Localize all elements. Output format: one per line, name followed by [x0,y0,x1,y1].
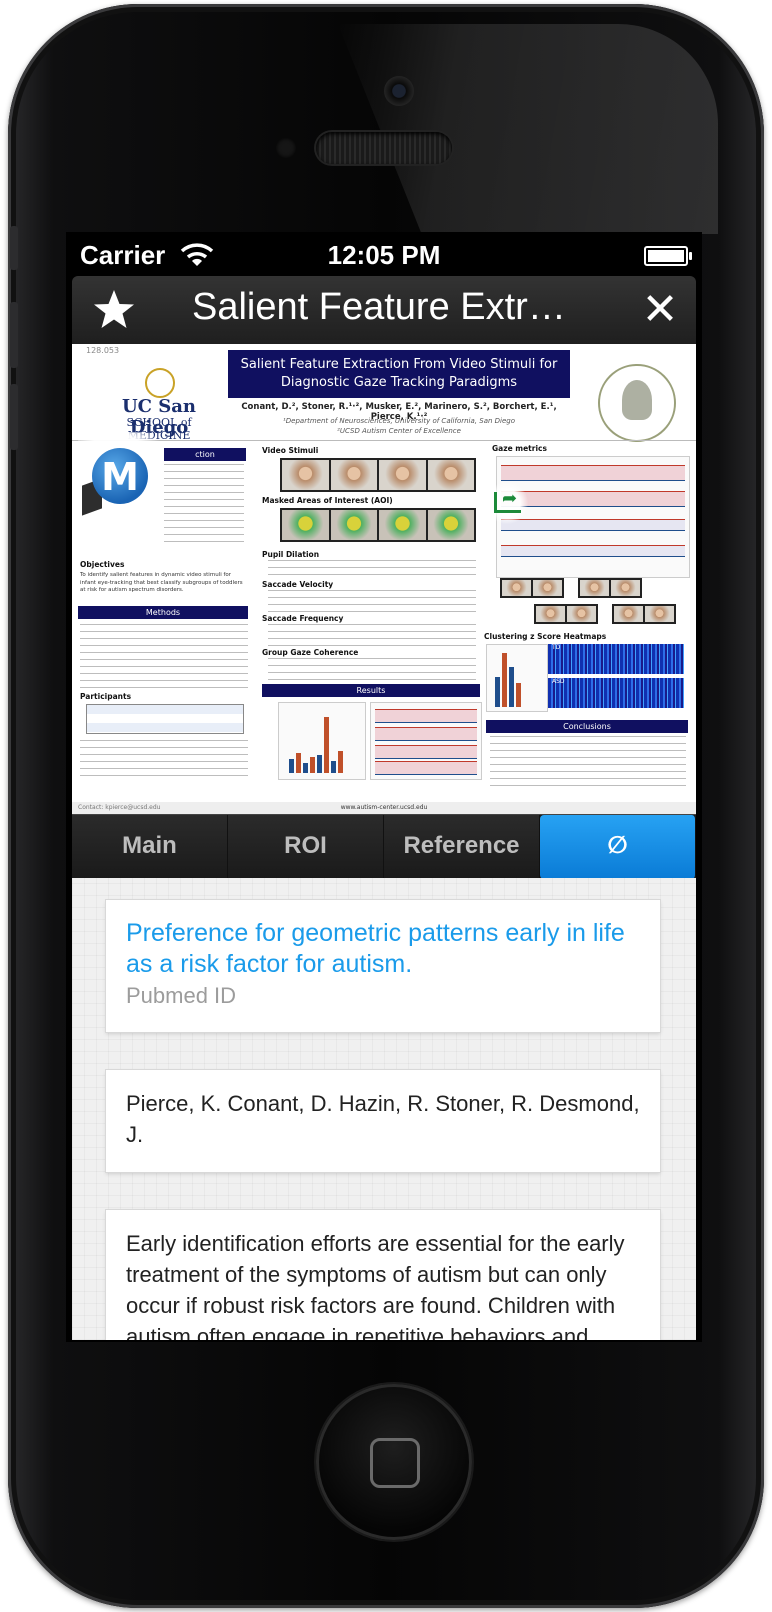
section-conclusions: Conclusions [486,720,688,733]
section-saccade-velocity: Saccade Velocity [262,580,334,589]
reference-abstract-card: Early identification efforts are essenti… [106,1210,660,1340]
volume-down-button [10,384,18,450]
glass-glare [338,24,718,234]
poster-footer: Contact: kpierce@ucsd.edu www.autism-cen… [72,802,696,814]
gaze-frames-2 [578,578,642,598]
page-title: Salient Feature Extra… [192,286,582,328]
section-masked-aoi: Masked Areas of Interest (AOI) [262,496,393,505]
histogram-chart [486,644,548,712]
section-saccade-frequency: Saccade Frequency [262,614,344,623]
section-participants: Participants [80,692,132,701]
section-pupil-dilation: Pupil Dilation [262,550,320,559]
gaze-frames-1 [500,578,564,598]
mute-switch [10,226,18,270]
pubmed-id-label: Pubmed ID [126,983,237,1008]
reference-list[interactable]: Preference for geometric patterns early … [72,878,696,1340]
m-logo-letter: M [92,448,148,504]
home-button[interactable] [316,1384,472,1540]
participants-table [86,704,244,734]
close-icon[interactable]: ✕ [640,284,680,336]
section-introduction: ction [164,448,246,461]
front-camera [384,76,414,106]
video-stimuli-frames [280,458,476,492]
m-logo-icon[interactable]: M [78,432,162,528]
poster-id: 128.053 [86,346,120,355]
saccade-frequency-text [268,624,476,646]
clock: 12:05 PM [327,240,441,270]
group-gaze-text [268,658,476,680]
poster-title-line2: Diagnostic Gaze Tracking Paradigms [280,375,518,390]
objectives-text: To identify salient features in dynamic … [80,572,243,593]
screen: Carrier 12:05 PM Salient Feature Extra… … [66,232,702,1342]
poster-divider [72,440,696,441]
results-bar-chart [278,702,366,780]
results-line-charts [370,702,482,780]
saccade-velocity-text [268,590,476,612]
home-square-icon [370,1438,420,1488]
tab-reference[interactable]: Reference [384,815,540,879]
segmented-tabs: Main ROI Reference ∅ [72,814,696,879]
poster-title: Salient Feature Extraction From Video St… [228,350,570,398]
asd-label: ASD [552,678,565,685]
section-results: Results [262,684,480,697]
reference-title-link[interactable]: Preference for geometric patterns early … [126,918,640,980]
status-bar: Carrier 12:05 PM [66,232,702,274]
pupil-dilation-text [268,560,476,578]
tab-main[interactable]: Main [72,815,228,879]
asd-heatmap [548,678,684,708]
section-gaze-metrics: Gaze metrics [492,444,547,453]
tab-empty-set[interactable]: ∅ [540,815,696,879]
reference-abstract: Early identification efforts are essenti… [126,1231,625,1340]
poster-url: www.autism-center.ucsd.edu [340,804,428,811]
proximity-sensor [276,138,296,158]
navigation-bar: Salient Feature Extra… ✕ [72,276,696,344]
poster-image[interactable]: 128.053 UC San Diego SCHOOL of MEDICINE … [72,344,696,814]
share-icon[interactable]: ➦ [486,482,528,524]
subject-details-text [80,740,248,780]
methods-text [80,624,248,688]
section-heatmaps: Clustering z Score Heatmaps [484,632,607,641]
tab-roi[interactable]: ROI [228,815,384,879]
poster-affiliations: ¹Department of Neurosciences, University… [228,416,570,436]
battery-icon [644,246,692,266]
earpiece-speaker [316,132,452,164]
introduction-text [164,464,244,546]
ucsd-seal-icon [145,368,175,398]
section-methods: Methods [78,606,248,619]
section-objectives: Objectives [80,560,125,569]
gaze-frames-3 [534,604,598,624]
reference-authors-card: Pierce, K. Conant, D. Hazin, R. Stoner, … [106,1070,660,1172]
masked-aoi-frames [280,508,476,542]
section-video-stimuli: Video Stimuli [262,446,319,455]
volume-up-button [10,302,18,368]
poster-title-line1: Salient Feature Extraction From Video St… [240,357,558,372]
autism-center-logo-icon [598,364,676,442]
conclusions-text [490,736,686,772]
reference-title-card[interactable]: Preference for geometric patterns early … [106,900,660,1032]
affiliation-1: ¹Department of Neurosciences, University… [282,417,516,425]
phone-frame: Carrier 12:05 PM Salient Feature Extra… … [8,4,764,1608]
section-group-gaze: Group Gaze Coherence [262,648,359,657]
reference-authors: Pierce, K. Conant, D. Hazin, R. Stoner, … [126,1091,640,1147]
td-heatmap [548,644,684,674]
funding-text [490,778,686,792]
gaze-frames-4 [612,604,676,624]
td-label: TD [552,644,561,651]
affiliation-2: ²UCSD Autism Center of Excellence [337,427,461,435]
star-icon[interactable] [92,288,136,332]
